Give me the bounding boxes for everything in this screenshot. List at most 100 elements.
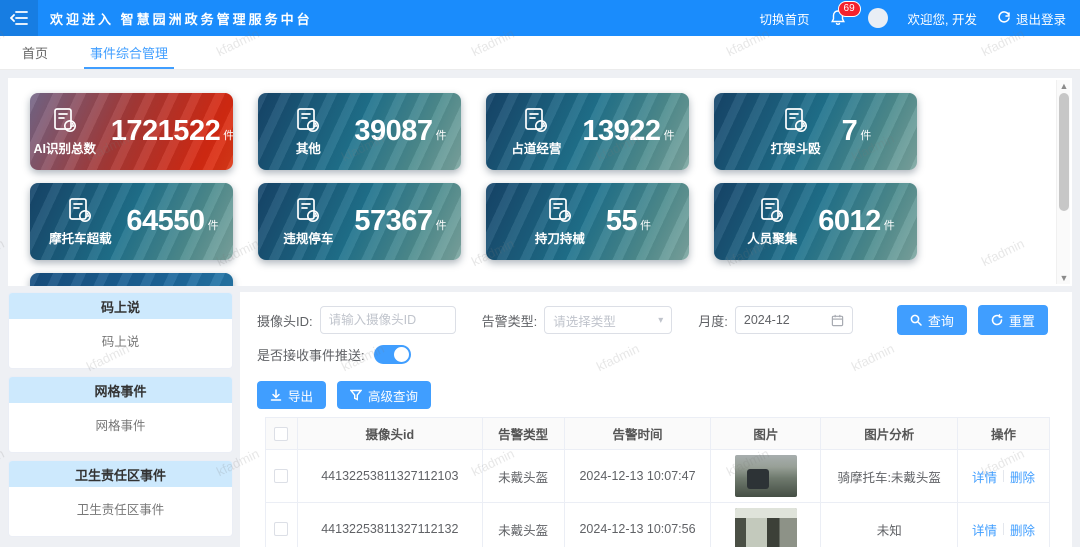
stat-label: 持刀持械	[534, 231, 585, 246]
sidebar-card-mashangshuo: 码上说 码上说	[8, 292, 233, 369]
divider	[1003, 470, 1005, 482]
cell-alert-type: 未戴头盔	[482, 450, 565, 503]
stat-label: AI识别总数	[33, 141, 97, 156]
select-placeholder: 请选择类型	[553, 314, 616, 329]
stats-scrollbar[interactable]: ▲ ▼	[1056, 80, 1070, 284]
notification-bell-icon[interactable]: 69	[830, 1, 861, 27]
stat-unit: 件	[860, 130, 872, 142]
stat-value: 64550	[126, 205, 205, 237]
document-sync-icon	[69, 197, 92, 222]
document-sync-icon	[549, 197, 571, 222]
stat-label: 其他	[295, 141, 321, 156]
logout-button[interactable]: 退出登录	[997, 9, 1066, 28]
reset-button[interactable]: 重置	[977, 305, 1048, 335]
row-checkbox[interactable]	[274, 469, 289, 483]
col-image: 图片	[711, 418, 822, 450]
stat-unit: 件	[223, 130, 233, 142]
sidebar-card-item[interactable]: 卫生责任区事件	[9, 487, 232, 518]
app-title: 欢迎进入 智慧园洲政务管理服务中台	[50, 11, 313, 27]
stat-card: 占道经营 13922 件	[486, 93, 689, 170]
delete-link[interactable]: 删除	[1010, 467, 1035, 486]
scroll-down-icon[interactable]: ▼	[1057, 272, 1071, 284]
tab-event-management[interactable]: 事件综合管理	[84, 36, 175, 69]
push-toggle[interactable]	[373, 345, 411, 364]
user-avatar[interactable]	[867, 8, 888, 28]
sidebar-card-title: 卫生责任区事件	[9, 461, 232, 487]
col-camera-id: 摄像头id	[297, 418, 483, 450]
push-toggle-label: 是否接收事件推送:	[257, 348, 365, 363]
event-query-panel: 摄像头ID: 告警类型: 请选择类型 ▾ 月度: 2024-12 查询 重置	[240, 292, 1072, 547]
stat-label: 违规停车	[283, 231, 334, 246]
document-sync-icon	[525, 107, 548, 132]
download-icon	[270, 389, 282, 401]
stat-label: 摩托车超载	[49, 231, 112, 246]
stat-card: 打架斗殴 7 件	[714, 93, 917, 170]
stat-card-partial	[30, 273, 233, 286]
document-sync-icon	[297, 107, 320, 132]
calendar-icon	[831, 314, 844, 326]
stat-label: 占道经营	[511, 141, 562, 156]
camera-id-input[interactable]	[319, 306, 456, 334]
cell-camera-id: 44132253811327112132	[297, 503, 483, 547]
sidebar-card-title: 网格事件	[9, 377, 232, 403]
month-value: 2024-12	[743, 313, 790, 327]
stat-card: 摩托车超载 64550 件	[30, 183, 233, 260]
stat-label: 打架斗殴	[770, 141, 821, 156]
sidebar-card-title: 码上说	[9, 293, 232, 319]
table-actions: 导出 高级查询	[257, 381, 432, 409]
chevron-down-icon: ▾	[658, 314, 664, 326]
stat-value: 55	[605, 205, 638, 237]
col-image-analysis: 图片分析	[821, 418, 959, 450]
alert-image[interactable]	[734, 508, 797, 547]
delete-link[interactable]: 删除	[1010, 520, 1035, 539]
select-all-checkbox[interactable]	[274, 426, 289, 441]
detail-link[interactable]: 详情	[972, 520, 997, 539]
switch-home-button[interactable]: 切换首页	[760, 9, 810, 28]
welcome-text: 欢迎您, 开发	[907, 12, 977, 27]
month-picker[interactable]: 2024-12	[734, 306, 853, 334]
stat-unit: 件	[663, 130, 675, 142]
watermark-text: kfadmin	[0, 235, 7, 270]
watermark-text: kfadmin	[0, 445, 7, 480]
stat-card: 其他 39087 件	[258, 93, 461, 170]
advanced-query-button[interactable]: 高级查询	[337, 381, 432, 409]
cell-analysis: 未知	[821, 503, 959, 547]
menu-fold-icon[interactable]	[0, 0, 38, 36]
sidebar-card-item[interactable]: 码上说	[9, 319, 232, 350]
stat-value: 7	[841, 115, 858, 147]
cell-analysis: 骑摩托车:未戴头盔	[821, 450, 959, 503]
divider	[1003, 523, 1005, 535]
alert-image[interactable]	[734, 455, 797, 497]
cell-camera-id: 44132253811327112103	[297, 450, 483, 503]
stat-card: AI识别总数 1721522 件	[30, 93, 233, 170]
alerts-table: 摄像头id 告警类型 告警时间 图片 图片分析 操作 4413225381132…	[265, 417, 1050, 547]
table-header-row: 摄像头id 告警类型 告警时间 图片 图片分析 操作	[266, 418, 1050, 450]
stat-card: 持刀持械 55 件	[486, 183, 689, 260]
camera-id-label: 摄像头ID:	[257, 313, 313, 329]
search-icon	[910, 314, 922, 326]
stats-panel: AI识别总数 1721522 件其他 39087 件占道经营 13922 件打架斗殴 7 件摩托…	[8, 78, 1072, 286]
sidebar-card-item[interactable]: 网格事件	[9, 403, 232, 434]
scroll-up-icon[interactable]: ▲	[1057, 80, 1071, 92]
scrollbar-thumb[interactable]	[1059, 93, 1069, 211]
tab-home[interactable]: 首页	[22, 36, 48, 69]
document-sync-icon	[761, 197, 784, 222]
detail-link[interactable]: 详情	[972, 467, 997, 486]
push-toggle-row: 是否接收事件推送:	[257, 345, 411, 364]
export-button[interactable]: 导出	[257, 381, 327, 409]
cell-alert-time: 2024-12-13 10:07:56	[564, 503, 712, 547]
stat-unit: 件	[640, 220, 652, 232]
col-alert-time: 告警时间	[564, 418, 712, 450]
stat-value: 57367	[354, 205, 433, 237]
left-sidebar: 码上说 码上说 网格事件 网格事件 卫生责任区事件 卫生责任区事件	[8, 292, 233, 544]
stat-value: 39087	[354, 115, 433, 147]
search-button[interactable]: 查询	[896, 305, 967, 335]
col-alert-type: 告警类型	[482, 418, 565, 450]
row-checkbox[interactable]	[274, 522, 289, 536]
table-row: 44132253811327112132 未戴头盔 2024-12-13 10:…	[266, 503, 1050, 547]
alert-type-select[interactable]: 请选择类型 ▾	[544, 306, 673, 334]
stat-unit: 件	[883, 220, 895, 232]
table-row: 44132253811327112103 未戴头盔 2024-12-13 10:…	[266, 450, 1050, 503]
refresh-icon	[991, 314, 1003, 326]
app-header: 欢迎进入 智慧园洲政务管理服务中台 切换首页 69 欢迎您, 开发 退出登录	[0, 0, 1080, 36]
